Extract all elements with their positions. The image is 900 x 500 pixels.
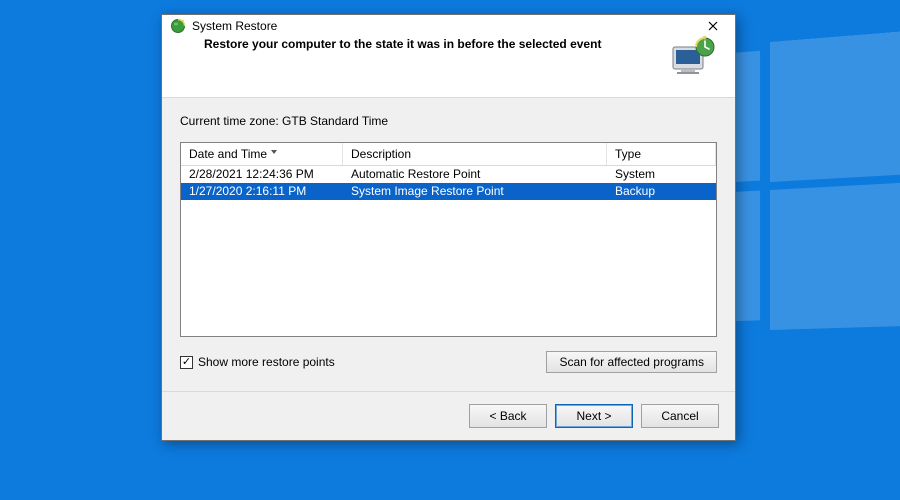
cell-type: Backup (607, 183, 716, 200)
system-restore-art-icon (667, 35, 717, 81)
empty-row (181, 302, 716, 319)
cell-description: Automatic Restore Point (343, 166, 607, 183)
next-button[interactable]: Next > (555, 404, 633, 428)
cell-date: 1/27/2020 2:16:11 PM (181, 183, 343, 200)
column-header-type[interactable]: Type (607, 143, 716, 165)
empty-row (181, 217, 716, 234)
below-table-row: ✓ Show more restore points Scan for affe… (180, 351, 717, 373)
empty-row (181, 268, 716, 285)
empty-row (181, 319, 716, 336)
empty-row (181, 234, 716, 251)
column-header-description[interactable]: Description (343, 143, 607, 165)
cell-description: System Image Restore Point (343, 183, 607, 200)
time-zone-value: GTB Standard Time (282, 114, 388, 128)
time-zone-line: Current time zone: GTB Standard Time (180, 114, 717, 128)
time-zone-prefix: Current time zone: (180, 114, 282, 128)
table-header: Date and Time Description Type (181, 143, 716, 166)
titlebar: System Restore (162, 15, 735, 33)
close-button[interactable] (699, 16, 727, 36)
column-header-date[interactable]: Date and Time (181, 143, 343, 165)
table-row[interactable]: 2/28/2021 12:24:36 PMAutomatic Restore P… (181, 166, 716, 183)
restore-points-table: Date and Time Description Type 2/28/2021… (180, 142, 717, 337)
page-heading: Restore your computer to the state it wa… (204, 35, 653, 51)
back-button[interactable]: < Back (469, 404, 547, 428)
table-row[interactable]: 1/27/2020 2:16:11 PMSystem Image Restore… (181, 183, 716, 200)
window-title: System Restore (192, 19, 277, 33)
show-more-label: Show more restore points (198, 355, 335, 369)
empty-row (181, 200, 716, 217)
body-area: Current time zone: GTB Standard Time Dat… (162, 98, 735, 391)
scan-affected-programs-button[interactable]: Scan for affected programs (546, 351, 717, 373)
cancel-button[interactable]: Cancel (641, 404, 719, 428)
cell-date: 2/28/2021 12:24:36 PM (181, 166, 343, 183)
cell-type: System (607, 166, 716, 183)
show-more-checkbox[interactable]: ✓ Show more restore points (180, 355, 335, 369)
table-body: 2/28/2021 12:24:36 PMAutomatic Restore P… (181, 166, 716, 336)
empty-row (181, 251, 716, 268)
header-area: Restore your computer to the state it wa… (162, 33, 735, 98)
restore-globe-icon (170, 18, 186, 34)
wizard-button-row: < Back Next > Cancel (162, 392, 735, 440)
checkbox-box: ✓ (180, 356, 193, 369)
close-icon (708, 18, 718, 34)
system-restore-dialog: System Restore Restore your computer to … (161, 14, 736, 441)
empty-row (181, 285, 716, 302)
